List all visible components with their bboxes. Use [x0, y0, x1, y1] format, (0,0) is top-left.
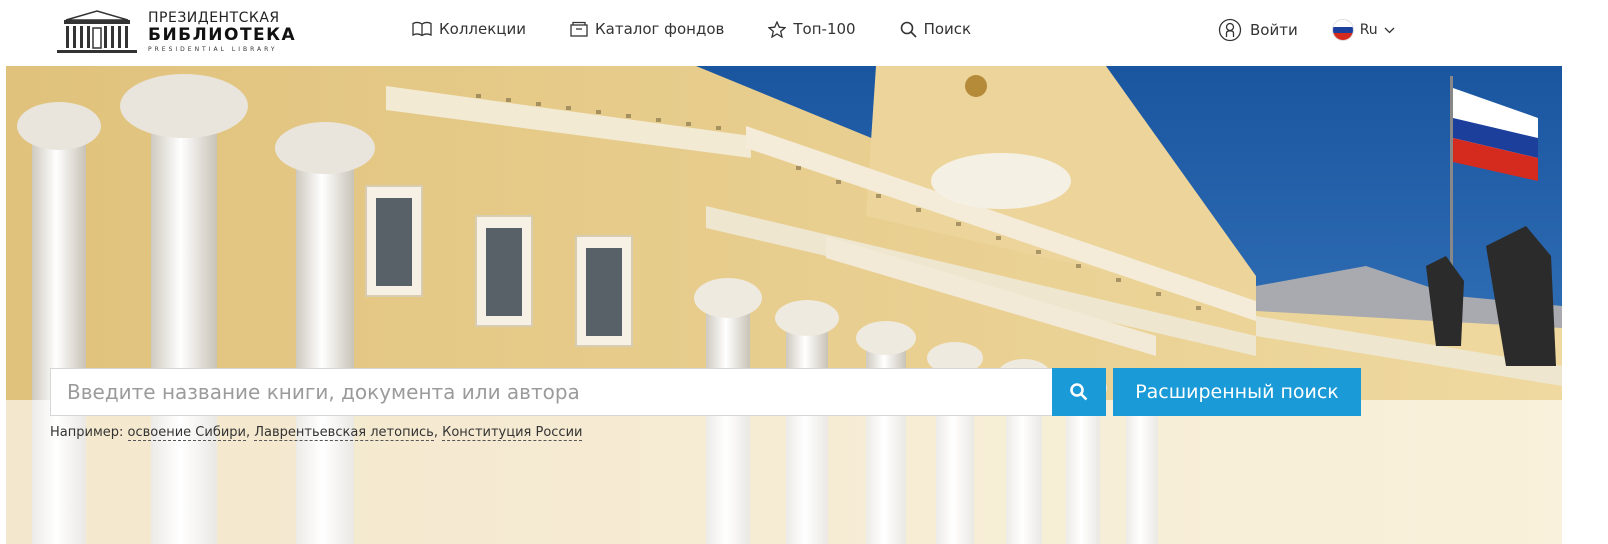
example-link[interactable]: Конституция России [442, 425, 583, 441]
nav-item-label: Каталог фондов [595, 20, 725, 38]
search-examples: Например: освоение Сибири, Лаврентьевска… [50, 425, 583, 441]
logo-title-line2: БИБЛИОТЕКА [148, 25, 297, 45]
user-icon [1218, 18, 1242, 42]
logo-title-line1: ПРЕЗИДЕНТСКАЯ [148, 10, 280, 26]
chevron-down-icon [1384, 27, 1395, 33]
language-label: Ru [1359, 22, 1378, 38]
advanced-search-button[interactable]: Расширенный поиск [1113, 368, 1361, 416]
russia-flag-icon [1331, 19, 1354, 41]
catalog-icon [570, 21, 588, 37]
nav-item-label: Топ-100 [793, 20, 856, 38]
logo-subtitle: PRESIDENTIAL LIBRARY [148, 46, 278, 53]
nav-item-catalog[interactable]: Каталог фондов [570, 20, 724, 38]
site-header: ПРЕЗИДЕНТСКАЯ БИБЛИОТЕКА PRESIDENTIAL LI… [0, 0, 1608, 66]
search-panel-background [6, 400, 1562, 544]
login-link[interactable]: Войти [1218, 18, 1298, 42]
search-submit-button[interactable] [1052, 368, 1106, 416]
examples-prefix: Например: [50, 425, 128, 440]
book-icon [412, 21, 432, 37]
examples-separator: , [433, 425, 443, 440]
search-icon [900, 21, 917, 38]
nav-item-collections[interactable]: Коллекции [412, 20, 526, 38]
nav-item-label: Поиск [923, 20, 972, 38]
nav-item-search[interactable]: Поиск [900, 20, 972, 38]
language-selector[interactable]: Ru [1331, 19, 1395, 41]
example-link[interactable]: Лаврентьевская летопись [254, 425, 434, 441]
star-icon [768, 20, 787, 38]
example-link[interactable]: освоение Сибири [127, 425, 247, 441]
nav-item-top100[interactable]: Топ-100 [768, 20, 856, 38]
nav-item-label: Коллекции [439, 20, 526, 38]
hero-banner [6, 66, 1562, 544]
user-nav: Войти Ru [1218, 18, 1395, 42]
main-nav: Коллекции Каталог фондов Топ-100 Поиск [412, 20, 1015, 38]
search-input[interactable] [51, 369, 1052, 415]
search-field[interactable] [50, 368, 1052, 416]
search-icon [1070, 383, 1088, 401]
login-label: Войти [1250, 21, 1298, 39]
building-logo-icon [57, 10, 137, 53]
site-logo[interactable]: ПРЕЗИДЕНТСКАЯ БИБЛИОТЕКА PRESIDENTIAL LI… [56, 6, 296, 58]
